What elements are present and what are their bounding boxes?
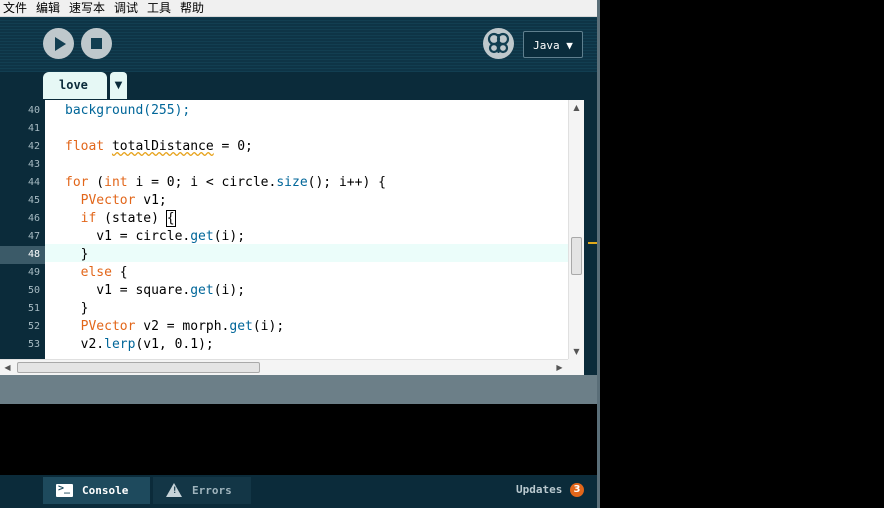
scroll-right-icon[interactable]: ▶ [552,360,567,375]
code-line: v2.lerp(v1, 0.1); [65,337,214,352]
run-button[interactable] [43,28,74,59]
editor-right-margin-bottom [584,359,597,375]
code-line: } [65,247,89,262]
processing-ide-window: 文件 编辑 速写本 调试 工具 帮助 Java ▼ love ▼ 40 41 4… [0,0,597,508]
line-number: 52 [27,321,40,332]
stop-icon [91,38,102,49]
menu-tools[interactable]: 工具 [147,0,171,16]
menu-help[interactable]: 帮助 [180,0,204,16]
code-line-text: background(255); [65,103,191,118]
code-line: v1 = circle.get(i); [65,229,246,244]
code-line: if (state) { [80,210,176,227]
line-number: 50 [27,285,40,296]
tab-menu-button[interactable]: ▼ [110,72,127,99]
line-number: 53 [27,339,40,350]
code-line: background(255); [65,102,190,120]
toolbar: Java ▼ [0,17,597,72]
scroll-down-icon[interactable]: ▼ [569,344,584,359]
line-number: 49 [27,267,40,278]
horizontal-scroll-thumb[interactable] [17,362,260,373]
code-line: PVector v1; [80,193,167,208]
stop-button[interactable] [81,28,112,59]
footer-bar: >_ Console ! Errors Updates 3 [0,475,597,508]
menu-debug[interactable]: 调试 [114,0,138,16]
scroll-position-marker [588,242,597,244]
code-line: for (int i = 0; i < circle.size(); i++) … [65,175,386,190]
scroll-left-icon[interactable]: ◀ [0,360,15,375]
scroll-up-icon[interactable]: ▲ [569,100,584,115]
tab-love[interactable]: love [43,72,107,99]
console-output[interactable] [0,404,597,475]
code-editor[interactable]: 40 41 42 43 44 45 46 47 48 49 50 51 52 5… [0,100,597,359]
mode-selector[interactable]: Java ▼ [523,31,583,58]
line-number: 45 [27,195,40,206]
console-tab-label: Console [82,484,129,497]
play-icon [55,37,66,51]
code-line: PVector v2 = morph.get(i); [80,319,285,334]
code-line: } [65,301,89,316]
line-number: 40 [27,105,40,116]
debug-button[interactable] [483,28,514,59]
menu-edit[interactable]: 编辑 [36,0,60,16]
code-line: else { [80,265,128,280]
menu-bar: 文件 编辑 速写本 调试 工具 帮助 [0,0,597,17]
updates-count-badge[interactable]: 3 [570,483,584,497]
line-number: 42 [27,141,40,152]
terminal-icon: >_ [56,483,73,497]
updates-link[interactable]: Updates [516,483,562,497]
menu-sketch[interactable]: 速写本 [69,0,105,16]
warning-icon: ! [166,483,182,497]
vertical-scrollbar[interactable]: ▲ ▼ [568,100,584,359]
menu-file[interactable]: 文件 [3,0,27,16]
butterfly-icon [487,32,510,54]
line-number: 44 [27,177,40,188]
code-line: v1 = square.get(i); [65,283,246,298]
current-line-highlight [45,244,568,262]
vertical-scroll-thumb[interactable] [571,237,582,275]
line-number: 47 [27,231,40,242]
line-number-current: 48 [0,246,45,264]
errors-tab-label: Errors [192,484,232,497]
scrollbar-corner [568,359,584,375]
message-area [0,375,597,404]
horizontal-scrollbar[interactable]: ◀ ▶ [0,359,568,375]
desktop-background [600,0,884,508]
code-line: float totalDistance = 0; [65,139,253,154]
line-number: 41 [27,123,40,134]
line-number: 43 [27,159,40,170]
errors-tab[interactable]: ! Errors [153,477,251,504]
line-number: 51 [27,303,40,314]
line-number-gutter: 40 41 42 43 44 45 46 47 48 49 50 51 52 5… [0,100,45,359]
console-tab[interactable]: >_ Console [43,477,150,504]
line-number: 46 [27,213,40,224]
tab-strip: love ▼ [0,72,597,100]
editor-right-margin [584,100,597,359]
code-text-area[interactable]: background(255); float totalDistance = 0… [45,100,568,359]
